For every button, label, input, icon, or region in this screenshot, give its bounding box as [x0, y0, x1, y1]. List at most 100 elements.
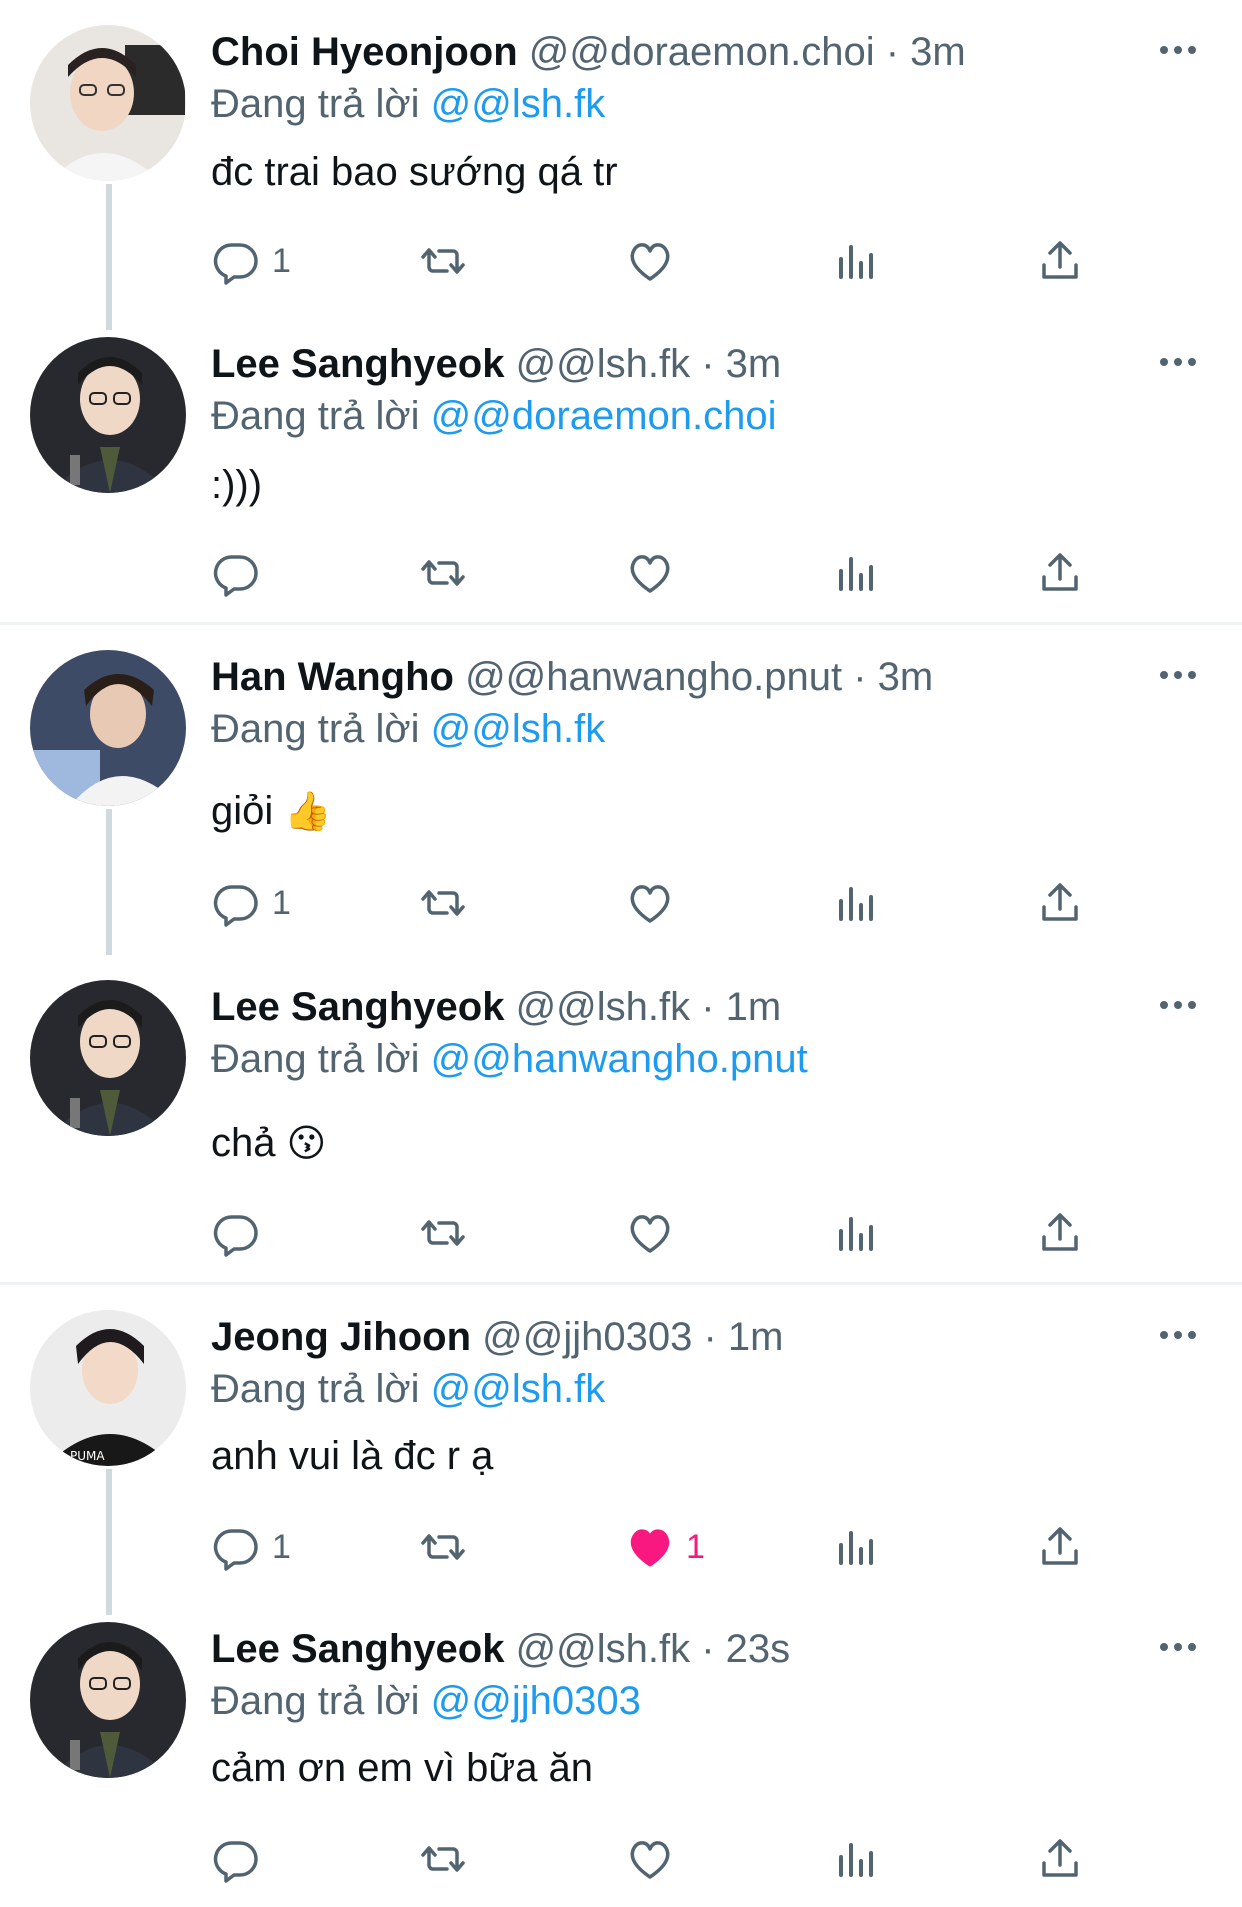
share-icon [1036, 879, 1084, 927]
more-icon[interactable] [1158, 665, 1198, 685]
like-button[interactable] [626, 543, 686, 603]
tweet-text: cảm ơn em vì bữa ăn [211, 1743, 593, 1793]
views-icon [833, 1209, 881, 1257]
retweet-button[interactable] [419, 1829, 467, 1889]
handle-time: @@lsh.fk · 23s [515, 1627, 791, 1671]
replying-to: Đang trả lời @@hanwangho.pnut [211, 1035, 808, 1083]
like-button[interactable] [626, 1203, 686, 1263]
reply-button[interactable] [212, 1203, 272, 1263]
more-icon[interactable] [1158, 1637, 1198, 1657]
views-button[interactable] [833, 873, 881, 933]
retweet-button[interactable] [419, 543, 467, 603]
reply-icon [212, 879, 260, 927]
replying-to-label: Đang trả lời [211, 707, 420, 751]
replying-to: Đang trả lời @@doraemon.choi [211, 392, 777, 440]
tweet-header: Lee Sanghyeok @@lsh.fk · 1m [211, 983, 781, 1031]
tweet-text: :))) [211, 460, 262, 510]
views-button[interactable] [833, 231, 881, 291]
display-name[interactable]: Jeong Jihoon [211, 1315, 471, 1359]
share-button[interactable] [1036, 1829, 1084, 1889]
mention-link[interactable]: @@doraemon.choi [431, 394, 777, 438]
handle-time: @@hanwangho.pnut · 3m [465, 655, 934, 699]
tweet-text-content: :))) [211, 463, 263, 507]
retweet-icon [419, 1835, 467, 1883]
tweet-text: anh vui là đc r ạ [211, 1431, 493, 1481]
reply-button[interactable]: 1 [212, 231, 291, 291]
tweet-actions: 1 1 [0, 1517, 1242, 1577]
more-icon[interactable] [1158, 1325, 1198, 1345]
retweet-icon [419, 879, 467, 927]
thread-divider [0, 622, 1242, 625]
mention-link[interactable]: @@lsh.fk [431, 1367, 606, 1411]
more-icon[interactable] [1158, 352, 1198, 372]
reply-icon [212, 237, 260, 285]
mention-link[interactable]: @@jjh0303 [431, 1679, 641, 1723]
tweet-text-content: anh vui là đc r ạ [211, 1434, 494, 1478]
avatar-lee-sanghyeok[interactable] [30, 1622, 186, 1778]
tweet-actions [0, 1203, 1242, 1263]
views-button[interactable] [833, 1829, 881, 1889]
retweet-button[interactable] [419, 873, 467, 933]
avatar-jeong-jihoon[interactable]: PUMA [30, 1310, 186, 1466]
retweet-button[interactable] [419, 231, 467, 291]
avatar-han-wangho[interactable] [30, 650, 186, 806]
display-name[interactable]: Lee Sanghyeok [211, 985, 504, 1029]
reply-button[interactable]: 1 [212, 1517, 291, 1577]
reply-count: 1 [272, 241, 291, 280]
handle-time: @@doraemon.choi · 3m [528, 30, 966, 74]
avatar-lee-sanghyeok[interactable] [30, 980, 186, 1136]
svg-text:PUMA: PUMA [70, 1449, 105, 1463]
avatar-lee-sanghyeok[interactable] [30, 337, 186, 493]
replying-to: Đang trả lời @@jjh0303 [211, 1677, 641, 1725]
retweet-icon [419, 549, 467, 597]
mention-link[interactable]: @@lsh.fk [431, 82, 606, 126]
views-icon [833, 237, 881, 285]
share-button[interactable] [1036, 1517, 1084, 1577]
like-button[interactable]: 1 [626, 1517, 705, 1577]
liked-heart-icon [626, 1523, 674, 1571]
retweet-button[interactable] [419, 1517, 467, 1577]
views-button[interactable] [833, 543, 881, 603]
display-name[interactable]: Lee Sanghyeok [211, 342, 504, 386]
more-icon[interactable] [1158, 995, 1198, 1015]
display-name[interactable]: Lee Sanghyeok [211, 1627, 504, 1671]
mention-link[interactable]: @@hanwangho.pnut [431, 1037, 808, 1081]
views-button[interactable] [833, 1517, 881, 1577]
views-icon [833, 1523, 881, 1571]
reply-icon [212, 1209, 260, 1257]
like-count: 1 [686, 1527, 705, 1566]
reply-button[interactable]: 1 [212, 873, 291, 933]
tweet-header: Choi Hyeonjoon @@doraemon.choi · 3m [211, 28, 966, 76]
handle-time: @@lsh.fk · 1m [515, 985, 782, 1029]
replying-to-label: Đang trả lời [211, 1679, 420, 1723]
like-button[interactable] [626, 1829, 686, 1889]
retweet-icon [419, 1209, 467, 1257]
like-button[interactable] [626, 231, 686, 291]
like-button[interactable] [626, 873, 686, 933]
tweet-text-content: cảm ơn em vì bữa ăn [211, 1746, 594, 1790]
replying-to: Đang trả lời @@lsh.fk [211, 80, 605, 128]
thumbs-up-emoji: 👍 [284, 789, 332, 833]
share-button[interactable] [1036, 1203, 1084, 1263]
share-button[interactable] [1036, 543, 1084, 603]
display-name[interactable]: Han Wangho [211, 655, 454, 699]
tweet-actions [0, 543, 1242, 603]
share-icon [1036, 549, 1084, 597]
like-icon [626, 1835, 674, 1883]
share-button[interactable] [1036, 873, 1084, 933]
share-icon [1036, 1209, 1084, 1257]
display-name[interactable]: Choi Hyeonjoon [211, 30, 518, 74]
retweet-button[interactable] [419, 1203, 467, 1263]
views-button[interactable] [833, 1203, 881, 1263]
handle-time: @@jjh0303 · 1m [482, 1315, 784, 1359]
avatar-choi-hyeonjoon[interactable] [30, 25, 186, 181]
reply-button[interactable] [212, 543, 272, 603]
reply-button[interactable] [212, 1829, 272, 1889]
share-button[interactable] [1036, 231, 1084, 291]
mention-link[interactable]: @@lsh.fk [431, 707, 606, 751]
tweet-text: giỏi 👍 [211, 786, 332, 836]
replying-to-label: Đang trả lời [211, 82, 420, 126]
more-icon[interactable] [1158, 40, 1198, 60]
tweet-actions: 1 [0, 231, 1242, 291]
views-icon [833, 549, 881, 597]
